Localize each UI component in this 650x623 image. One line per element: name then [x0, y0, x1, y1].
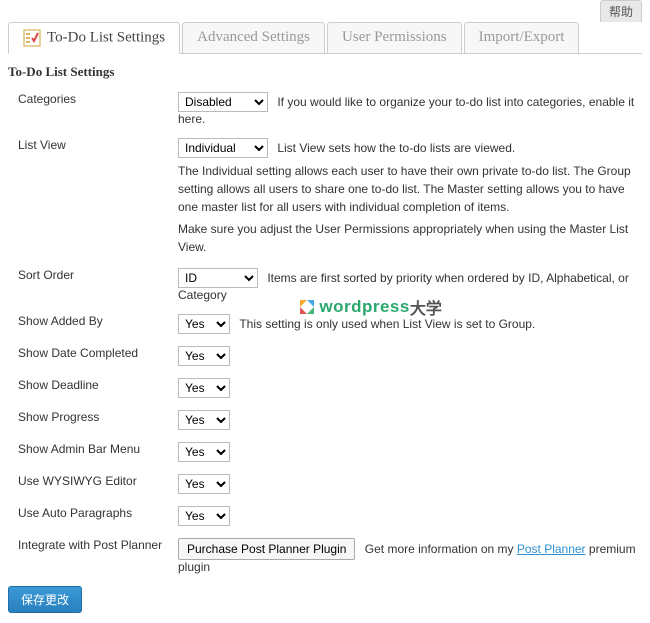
help-tab[interactable]: 帮助: [600, 0, 642, 22]
addedby-label: Show Added By: [8, 314, 178, 328]
listview-desc2: The Individual setting allows each user …: [178, 162, 642, 216]
tab-advanced[interactable]: Advanced Settings: [182, 22, 325, 54]
addedby-desc: This setting is only used when List View…: [239, 317, 535, 331]
tab-permissions[interactable]: User Permissions: [327, 22, 462, 54]
wysiwyg-label: Use WYSIWYG Editor: [8, 474, 178, 488]
tab-todo-settings[interactable]: To-Do List Settings: [8, 22, 180, 54]
categories-label: Categories: [8, 92, 178, 106]
progress-select[interactable]: Yes: [178, 410, 230, 430]
listview-select[interactable]: Individual: [178, 138, 268, 158]
save-button[interactable]: 保存更改: [8, 586, 82, 613]
categories-select[interactable]: Disabled: [178, 92, 268, 112]
section-title: To-Do List Settings: [8, 64, 642, 80]
sortorder-select[interactable]: ID: [178, 268, 258, 288]
datecompleted-label: Show Date Completed: [8, 346, 178, 360]
purchase-postplanner-button[interactable]: Purchase Post Planner Plugin: [178, 538, 355, 560]
settings-tabs: To-Do List Settings Advanced Settings Us…: [8, 22, 642, 54]
listview-desc3: Make sure you adjust the User Permission…: [178, 220, 642, 256]
listview-desc: List View sets how the to-do lists are v…: [277, 141, 515, 155]
addedby-select[interactable]: Yes: [178, 314, 230, 334]
autopara-select[interactable]: Yes: [178, 506, 230, 526]
postplanner-link[interactable]: Post Planner: [517, 542, 586, 556]
listview-label: List View: [8, 138, 178, 152]
postplanner-label: Integrate with Post Planner: [8, 538, 178, 552]
adminbar-label: Show Admin Bar Menu: [8, 442, 178, 456]
tab-todo-label: To-Do List Settings: [47, 29, 165, 45]
tab-import-export[interactable]: Import/Export: [464, 22, 580, 54]
autopara-label: Use Auto Paragraphs: [8, 506, 178, 520]
wysiwyg-select[interactable]: Yes: [178, 474, 230, 494]
adminbar-select[interactable]: Yes: [178, 442, 230, 462]
checklist-icon: [23, 29, 41, 47]
datecompleted-select[interactable]: Yes: [178, 346, 230, 366]
progress-label: Show Progress: [8, 410, 178, 424]
deadline-label: Show Deadline: [8, 378, 178, 392]
deadline-select[interactable]: Yes: [178, 378, 230, 398]
sortorder-label: Sort Order: [8, 268, 178, 282]
